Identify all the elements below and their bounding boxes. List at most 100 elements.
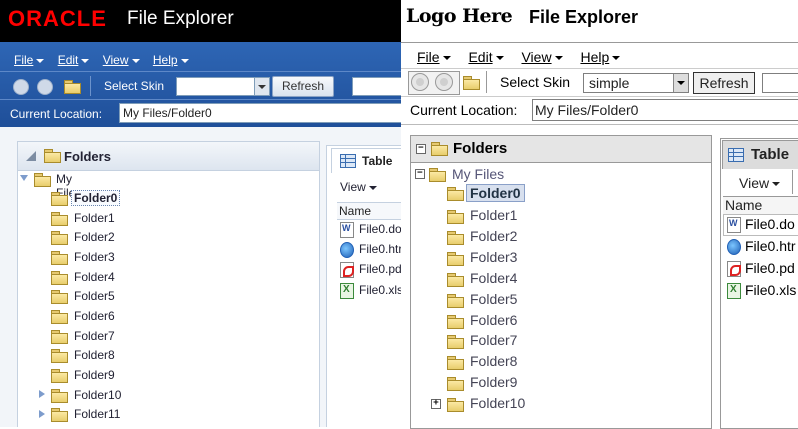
expand-icon[interactable] [39, 410, 45, 418]
menu-edit[interactable]: Edit [58, 53, 90, 67]
collapse-panel-icon[interactable] [26, 151, 36, 161]
folder-icon [51, 192, 68, 206]
tree-item-folder10[interactable]: Folder10 [470, 395, 525, 411]
tree-item-folder9[interactable]: Folder9 [470, 374, 517, 390]
view-menu-button[interactable]: View [739, 175, 781, 191]
file-row[interactable]: File0.xls [359, 283, 401, 297]
tree-item-folder1[interactable]: Folder1 [74, 211, 115, 225]
file-row[interactable]: File0.htr [359, 242, 401, 256]
tree-item-folder6[interactable]: Folder6 [74, 309, 115, 323]
column-header-name[interactable]: Name [337, 202, 401, 220]
tree-item-folder5[interactable]: Folder5 [470, 291, 517, 307]
expand-icon[interactable] [39, 390, 45, 398]
collapse-icon[interactable]: − [416, 144, 426, 154]
tree-item-folder3[interactable]: Folder3 [74, 250, 115, 264]
current-location-field[interactable]: My Files/Folder0 [532, 99, 798, 121]
tree-item-folder3[interactable]: Folder3 [470, 249, 517, 265]
html-file-icon [340, 242, 354, 258]
menu-view[interactable]: View [521, 49, 563, 65]
view-menu-button[interactable]: View [340, 180, 377, 194]
tree-item-folder0[interactable]: Folder0 [71, 190, 121, 206]
tree-item-folder0[interactable]: Folder0 [466, 184, 525, 202]
tree-item-folder6[interactable]: Folder6 [470, 312, 517, 328]
excel-file-icon [727, 283, 741, 299]
current-location-field[interactable]: My Files/Folder0 [119, 103, 401, 123]
menu-edit[interactable]: Edit [468, 49, 504, 65]
menu-help[interactable]: Help [580, 49, 621, 65]
table-icon [340, 154, 356, 168]
menu-file[interactable]: File [14, 53, 45, 67]
tab-table-label: Table [751, 146, 790, 163]
tree-item-folder2[interactable]: Folder2 [470, 228, 517, 244]
folder-icon [447, 315, 464, 329]
tree-item-folder5[interactable]: Folder5 [74, 289, 115, 303]
folder-icon [447, 294, 464, 308]
folder-icon [447, 210, 464, 224]
tab-table[interactable]: Table [331, 148, 401, 173]
menu-bar: File Edit View Help [14, 53, 199, 67]
file-row[interactable]: File0.xls [745, 282, 796, 298]
folders-tree-icon [44, 149, 61, 163]
divider [0, 99, 401, 100]
tree-item-folder8[interactable]: Folder8 [470, 353, 517, 369]
search-field[interactable] [762, 73, 798, 93]
folder-icon [429, 168, 446, 182]
folder-icon [51, 330, 68, 344]
folder-icon [447, 356, 464, 370]
tree-item-folder2[interactable]: Folder2 [74, 230, 115, 244]
tree-item-folder8[interactable]: Folder8 [74, 348, 115, 362]
file-row[interactable]: File0.do [745, 216, 795, 232]
pdf-file-icon [727, 261, 741, 277]
forward-icon[interactable] [435, 73, 453, 91]
forward-icon[interactable] [37, 79, 53, 95]
folder-icon [447, 187, 464, 201]
tree-item-folder10[interactable]: Folder10 [74, 388, 121, 402]
search-field[interactable] [352, 77, 401, 96]
folder-icon [447, 377, 464, 391]
skin-select[interactable] [176, 77, 270, 96]
tree-item-folder4[interactable]: Folder4 [74, 270, 115, 284]
folders-panel-title: Folders [453, 140, 508, 157]
folder-icon [447, 231, 464, 245]
tree-item-folder7[interactable]: Folder7 [74, 329, 115, 343]
tree-item-folder7[interactable]: Folder7 [470, 332, 517, 348]
folder-icon [51, 231, 68, 245]
skin-select[interactable]: simple [583, 73, 689, 93]
tab-table-label: Table [362, 154, 393, 168]
menu-file[interactable]: File [417, 49, 451, 65]
collapse-icon[interactable]: − [415, 169, 425, 179]
menu-help[interactable]: Help [153, 53, 189, 67]
folders-panel-title: Folders [64, 149, 111, 164]
tree-item-folder4[interactable]: Folder4 [470, 270, 517, 286]
word-file-icon [727, 217, 741, 233]
back-icon[interactable] [411, 73, 429, 91]
folder-icon [34, 173, 51, 187]
tree-item-my-files[interactable]: My Files [452, 166, 504, 182]
expand-icon[interactable]: + [431, 399, 441, 409]
file-row[interactable]: File0.htr [745, 238, 796, 254]
refresh-button[interactable]: Refresh [272, 76, 334, 97]
folder-icon [51, 389, 68, 403]
chevron-down-icon[interactable] [254, 78, 269, 95]
tree-item-folder1[interactable]: Folder1 [470, 207, 517, 223]
skin-select-value: simple [589, 75, 630, 91]
file-row[interactable]: File0.do [359, 222, 401, 236]
pdf-file-icon [340, 262, 354, 278]
folders-panel-header: Folders [17, 141, 320, 171]
refresh-button[interactable]: Refresh [693, 72, 755, 94]
up-folder-icon[interactable] [64, 80, 81, 94]
divider [401, 124, 798, 125]
divider [486, 71, 487, 93]
tab-table[interactable]: Table [722, 140, 798, 169]
file-row[interactable]: File0.pd [745, 260, 795, 276]
tree-item-folder9[interactable]: Folder9 [74, 368, 115, 382]
column-header-name[interactable]: Name [723, 196, 798, 215]
tree-item-folder11[interactable]: Folder11 [74, 407, 120, 421]
folders-panel-header: − Folders [410, 135, 712, 163]
back-icon[interactable] [13, 79, 29, 95]
expanded-icon[interactable] [20, 175, 28, 181]
menu-view[interactable]: View [103, 53, 140, 67]
chevron-down-icon[interactable] [673, 74, 688, 92]
up-folder-icon[interactable] [463, 76, 480, 90]
file-row[interactable]: File0.pd [359, 262, 401, 276]
